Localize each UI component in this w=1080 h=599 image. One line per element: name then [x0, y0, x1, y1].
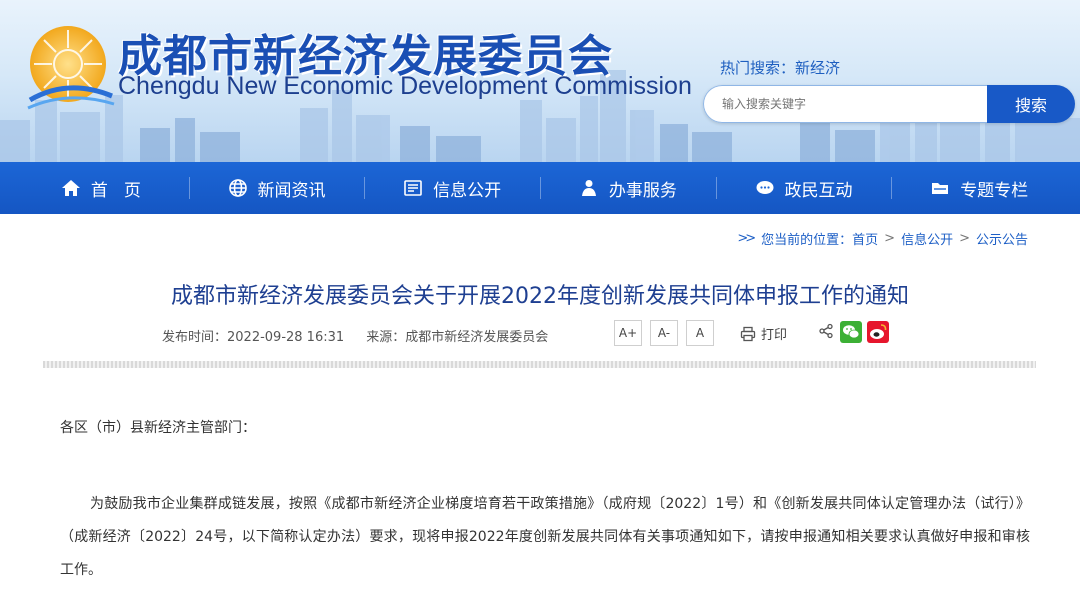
font-smaller-button[interactable]: A- — [650, 320, 678, 346]
breadcrumb: >> 您当前的位置： 首页 > 信息公开 > 公示公告 — [737, 229, 1028, 248]
nav-label: 办事服务 — [608, 180, 677, 201]
article-source: 来源：成都市新经济发展委员会 — [366, 330, 549, 345]
breadcrumb-link-info[interactable]: 信息公开 — [901, 229, 953, 248]
chat-icon — [755, 178, 775, 198]
breadcrumb-prefix: 您当前的位置： — [761, 233, 853, 248]
home-icon — [61, 178, 81, 198]
nav-item-info-disclosure[interactable]: 信息公开 — [364, 162, 540, 214]
nav-item-services[interactable]: 办事服务 — [540, 162, 716, 214]
folder-icon — [930, 178, 950, 198]
article-paragraph: 为鼓励我市企业集群成链发展，按照《成都市新经济企业梯度培育若干政策措施》（成府规… — [60, 496, 1030, 578]
nav-label: 首页 — [90, 180, 157, 201]
wechat-share-icon[interactable] — [840, 321, 862, 343]
nav-item-home[interactable]: 首页 — [13, 162, 189, 214]
article-salutation: 各区（市）县新经济主管部门： — [60, 420, 256, 436]
font-larger-button[interactable]: A+ — [614, 320, 642, 346]
header-banner: 成都市新经济发展委员会 Chengdu New Economic Develop… — [0, 0, 1080, 165]
article-title: 成都市新经济发展委员会关于开展2022年度创新发展共同体申报工作的通知 — [171, 284, 909, 309]
nav-label: 政民互动 — [784, 180, 853, 201]
breadcrumb-link-home[interactable]: 首页 — [852, 229, 878, 248]
publish-time: 发布时间：2022-09-28 16:31 — [162, 330, 345, 345]
person-icon — [579, 178, 599, 198]
breadcrumb-separator: > — [884, 231, 896, 246]
commission-logo-icon — [27, 26, 115, 110]
header-divider — [43, 361, 1036, 368]
search-button[interactable]: 搜索 — [987, 85, 1075, 123]
print-label: 打印 — [761, 328, 788, 343]
font-default-button[interactable]: A — [686, 320, 714, 346]
article-meta: 发布时间：2022-09-28 16:31 来源：成都市新经济发展委员会 — [162, 326, 548, 345]
breadcrumb-separator: > — [959, 231, 970, 246]
search-bar: 搜索 — [703, 85, 1075, 123]
chevron-double-right-icon: >> — [737, 231, 756, 246]
article-body: 各区（市）县新经济主管部门： 为鼓励我市企业集群成链发展，按照《成都市新经济企业… — [60, 412, 1030, 587]
hot-search-link[interactable]: 热门搜索：新经济 — [720, 57, 840, 78]
nav-item-news[interactable]: 新闻资讯 — [188, 162, 365, 214]
share-icon[interactable] — [818, 323, 834, 339]
main-nav: 首页 新闻资讯 信息公开 办事服务 政民互动 专题专栏 — [0, 162, 1080, 214]
nav-item-special-topics[interactable]: 专题专栏 — [891, 162, 1067, 214]
breadcrumb-link-notices[interactable]: 公示公告 — [976, 229, 1028, 248]
nav-label: 新闻资讯 — [257, 180, 326, 201]
search-input[interactable] — [703, 85, 987, 123]
nav-item-interaction[interactable]: 政民互动 — [715, 162, 892, 214]
nav-label: 信息公开 — [433, 180, 502, 201]
globe-icon — [228, 178, 248, 198]
weibo-share-icon[interactable] — [867, 321, 889, 343]
print-button[interactable]: 打印 — [740, 324, 787, 343]
nav-label: 专题专栏 — [960, 180, 1029, 201]
printer-icon — [740, 326, 756, 341]
site-title-english: Chengdu New Economic Development Commiss… — [118, 72, 692, 100]
document-icon — [403, 178, 423, 198]
